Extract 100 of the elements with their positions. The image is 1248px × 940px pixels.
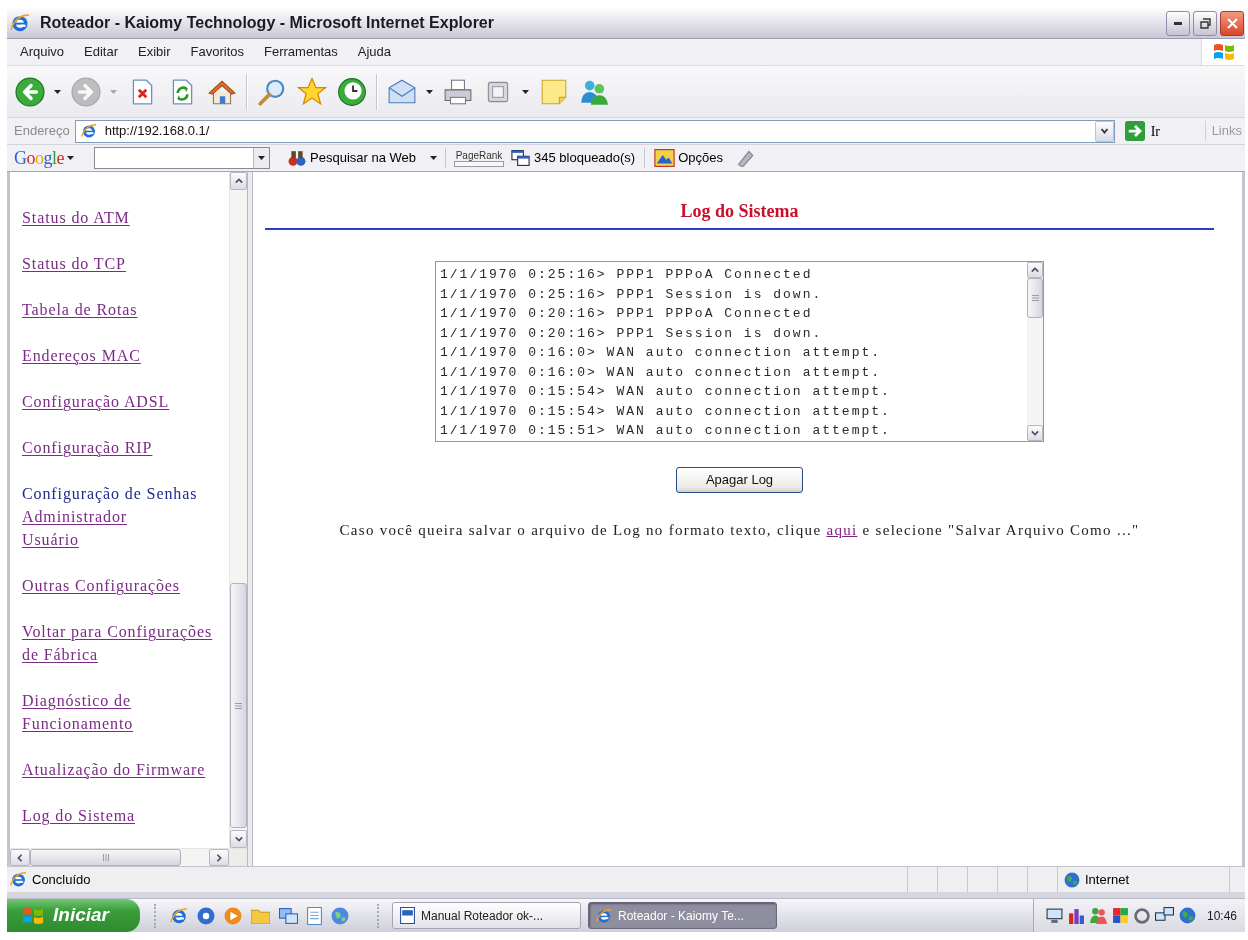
- chevron-down-icon: [1031, 429, 1039, 437]
- grip-icon: [1031, 295, 1039, 301]
- globe-icon[interactable]: [1178, 907, 1196, 924]
- sidebar-link[interactable]: Log do Sistema: [22, 804, 136, 827]
- zone-text: Internet: [1085, 870, 1130, 889]
- scrollbar-thumb[interactable]: [30, 849, 181, 866]
- sidebar-heading: Configuração de Senhas: [22, 484, 198, 505]
- star-icon[interactable]: [297, 76, 327, 107]
- log-text-area[interactable]: [435, 261, 1044, 442]
- flag-icon: [21, 905, 45, 926]
- inline-link[interactable]: aqui: [826, 522, 858, 538]
- taskbar-button[interactable]: Manual Roteador ok-...: [392, 902, 581, 929]
- start-button[interactable]: Iniciar: [7, 899, 140, 932]
- sidebar-link[interactable]: Status do ATM: [22, 206, 130, 229]
- scrollbar-thumb[interactable]: [1027, 278, 1043, 318]
- sidebar-link[interactable]: Configuração ADSL: [22, 390, 170, 413]
- people-icon[interactable]: [1089, 907, 1107, 924]
- close-button[interactable]: [1220, 10, 1244, 36]
- play-icon[interactable]: [224, 906, 242, 925]
- browser-icon: [10, 871, 27, 888]
- caret-icon: [67, 156, 74, 160]
- sidebar-link[interactable]: Outras Configurações: [22, 574, 180, 597]
- menu-item[interactable]: Ferramentas: [254, 42, 348, 62]
- log-line: 1/1/1970 0:15:51> WAN auto connection attempt.: [440, 422, 891, 440]
- binoculars-icon: [288, 149, 306, 167]
- web-search-button[interactable]: Pesquisar na Web: [288, 148, 416, 168]
- chevron-right-icon: [215, 853, 223, 862]
- scrollbar-track[interactable]: [10, 848, 247, 866]
- arrow-right-icon: [1124, 121, 1145, 141]
- caret-icon[interactable]: [54, 89, 61, 94]
- options-button[interactable]: Opções: [654, 148, 724, 168]
- log-line: 1/1/1970 0:25:16> PPP1 PPPoA Connected: [440, 266, 813, 284]
- menu-item[interactable]: Exibir: [128, 42, 181, 62]
- save-log-instructions: Caso você queira salvar o arquivo de Log no formato texto, clique aqui e selecione "Salvar Arquivo Como ...": [339, 521, 1140, 540]
- caret-icon[interactable]: [430, 156, 437, 160]
- squares-icon[interactable]: [1111, 907, 1129, 924]
- menu-item[interactable]: Favoritos: [180, 42, 255, 62]
- screens-icon[interactable]: [279, 907, 298, 924]
- document-icon[interactable]: [307, 906, 322, 925]
- caret-icon[interactable]: [522, 89, 529, 94]
- sidebar-link[interactable]: Administrador: [22, 505, 128, 528]
- clock-icon[interactable]: [337, 76, 367, 107]
- toolbar-logo[interactable]: Google: [14, 148, 74, 168]
- restore-icon: [1199, 17, 1211, 29]
- flag-icon: [1211, 42, 1236, 62]
- globe-icon: [1064, 871, 1080, 888]
- log-line: 1/1/1970 0:20:16> PPP1 Session is down.: [440, 324, 823, 343]
- browser-icon[interactable]: [170, 906, 188, 925]
- bars-icon[interactable]: [1067, 907, 1085, 924]
- ring-icon[interactable]: [1133, 907, 1150, 924]
- network-icon[interactable]: [1154, 907, 1174, 924]
- window-title: Roteador - Kaiomy Technology - Microsoft Internet Explorer: [40, 13, 494, 33]
- sidebar-link[interactable]: Atualização do Firmware: [22, 758, 206, 781]
- sidebar-link[interactable]: Diagnóstico de Funcionamento: [22, 689, 227, 735]
- highlighter-icon[interactable]: [736, 149, 755, 167]
- computer-icon[interactable]: [1045, 907, 1063, 924]
- status-text: Concluído: [32, 870, 91, 889]
- globe-icon[interactable]: [331, 906, 349, 925]
- disc-icon[interactable]: [197, 906, 215, 925]
- scrollbar-thumb[interactable]: [230, 583, 247, 828]
- sidebar-link[interactable]: Configuração RIP: [22, 436, 153, 459]
- menu-item[interactable]: Editar: [74, 42, 129, 62]
- go-button[interactable]: Ir: [1122, 120, 1162, 142]
- sidebar-link[interactable]: Tabela de Rotas: [22, 298, 138, 321]
- scroll-right-button[interactable]: [209, 849, 229, 866]
- page-title: Log do Sistema: [680, 200, 799, 223]
- sidebar-link[interactable]: Voltar para Configurações de Fábrica: [22, 620, 227, 666]
- caret-icon[interactable]: [426, 89, 433, 94]
- address-field[interactable]: http://192.168.0.1/: [74, 119, 1115, 143]
- restore-button[interactable]: [1193, 10, 1217, 36]
- scroll-left-button[interactable]: [10, 849, 30, 866]
- chevron-up-icon: [234, 177, 243, 185]
- menu-item[interactable]: Arquivo: [10, 42, 75, 62]
- scroll-down-button[interactable]: [230, 830, 247, 848]
- meter-track: [454, 160, 504, 167]
- grip-icon: [235, 702, 242, 709]
- sidebar-link[interactable]: Usuário: [22, 528, 79, 551]
- sidebar-link[interactable]: Endereços MAC: [22, 344, 141, 367]
- address-label: Endereço: [14, 122, 70, 141]
- log-line: 1/1/1970 0:16:0> WAN auto connection attempt.: [440, 363, 882, 382]
- clock: 10:46: [1206, 907, 1237, 925]
- scroll-up-button[interactable]: [230, 172, 247, 190]
- clear-log-button[interactable]: Apagar Log: [676, 467, 803, 493]
- chevron-left-icon: [16, 853, 24, 862]
- browser-icon: [80, 123, 97, 139]
- scroll-up-button[interactable]: [1027, 262, 1043, 278]
- pagerank-label: PageRank: [455, 149, 503, 161]
- windows-stack-icon: [511, 150, 530, 166]
- dropdown-button[interactable]: [1094, 120, 1114, 142]
- browser-icon: [596, 907, 612, 924]
- popup-blocker-button[interactable]: 345 bloqueado(s): [511, 148, 636, 168]
- scroll-down-button[interactable]: [1027, 425, 1043, 441]
- log-line: 1/1/1970 0:15:54> WAN auto connection attempt.: [440, 383, 891, 401]
- minimize-button[interactable]: [1166, 10, 1190, 36]
- sidebar-link[interactable]: Status do TCP: [22, 252, 126, 275]
- menu-item[interactable]: Ajuda: [347, 42, 401, 62]
- chevron-down-icon: [1099, 128, 1109, 134]
- grip-icon: [102, 854, 109, 861]
- chevron-down-icon: [234, 835, 243, 843]
- scrollbar-track[interactable]: [1027, 262, 1043, 441]
